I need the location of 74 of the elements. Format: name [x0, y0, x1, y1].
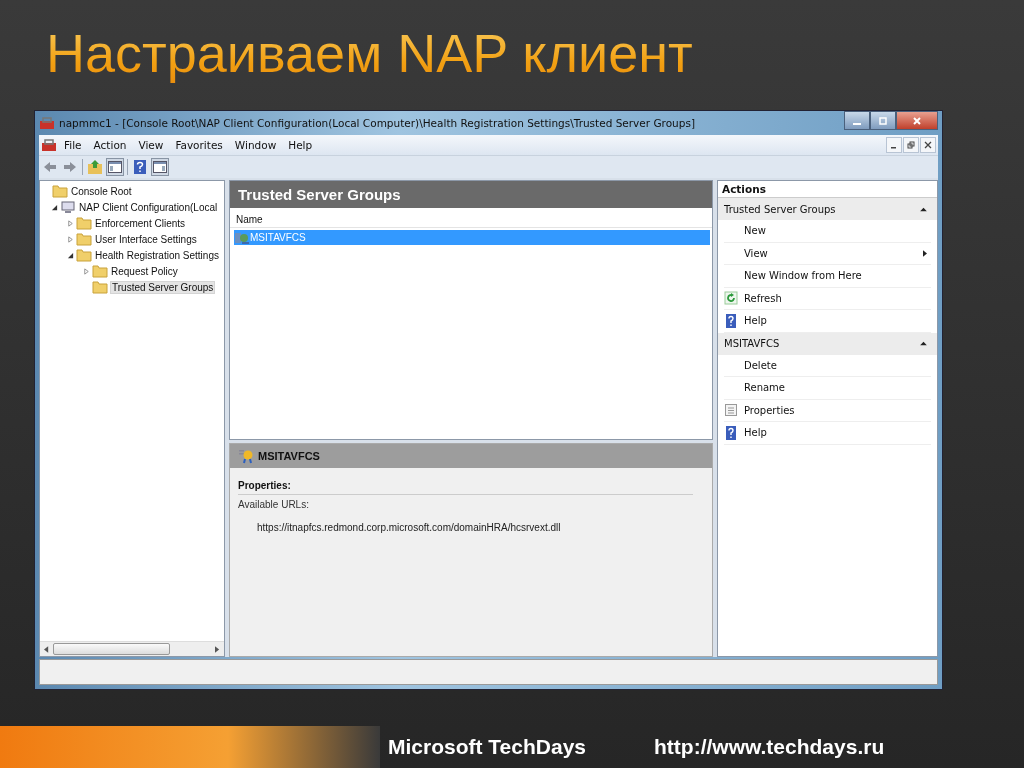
action-group-header[interactable]: Trusted Server Groups [718, 198, 937, 220]
back-arrow-icon[interactable] [42, 159, 58, 175]
footer-url[interactable]: http://www.techdays.ru [654, 735, 885, 759]
maximize-icon [878, 115, 888, 126]
urls-label: Available URLs: [238, 499, 310, 510]
expand-arrow-icon[interactable] [66, 219, 74, 227]
menu-item[interactable]: Window [229, 139, 282, 151]
folder-icon [92, 263, 108, 279]
tree-item[interactable]: User Interface Settings [94, 233, 198, 245]
minimize-icon [853, 122, 861, 125]
close-button[interactable] [920, 137, 936, 153]
task-link[interactable]: Refresh [744, 292, 782, 304]
tree-item[interactable]: Console Root [70, 185, 133, 197]
minimize-button[interactable] [844, 111, 870, 130]
collapse-arrow-icon[interactable] [920, 206, 927, 212]
task-link[interactable]: Rename [744, 382, 785, 394]
maximize-button[interactable] [870, 111, 896, 130]
properties-label: Properties: [238, 480, 693, 495]
task-link[interactable]: New [744, 225, 766, 237]
expand-arrow-icon[interactable] [66, 235, 74, 243]
task-link[interactable]: Delete [744, 359, 777, 371]
close-icon [924, 141, 932, 149]
tree-item[interactable]: Health Registration Settings [94, 249, 220, 261]
detail-title: MSITAVFCS [258, 450, 320, 462]
toolbox-icon [39, 115, 55, 131]
certificate-icon [238, 448, 254, 464]
menu-item[interactable]: File [59, 139, 87, 151]
horizontal-scrollbar[interactable] [40, 641, 224, 656]
window-title: napmmc1 - [Console Root\NAP Client Configuration(Local Computer)\Health Registration Settings\Trusted Server Groups] [59, 117, 695, 129]
computer-icon [60, 199, 76, 215]
help-icon[interactable] [132, 159, 148, 175]
menu-item[interactable]: Favorites [170, 139, 228, 151]
tree-item[interactable]: Request Policy [110, 265, 179, 277]
restore-button[interactable] [903, 137, 919, 153]
refresh-icon [724, 291, 738, 306]
tree-item[interactable]: Enforcement Clients [94, 217, 187, 229]
collapse-arrow-icon[interactable] [920, 341, 927, 346]
restore-icon [907, 141, 915, 149]
scroll-left-icon[interactable] [44, 645, 49, 653]
menu-item[interactable]: View [133, 139, 169, 151]
help-icon [724, 313, 738, 328]
close-button[interactable] [896, 111, 938, 130]
folder-icon [92, 279, 108, 295]
pane-header: Trusted Server Groups [230, 181, 712, 208]
task-link[interactable]: New Window from Here [744, 270, 862, 282]
url-text: https://itnapfcs.redmond.corp.microsoft.com/domainHRA/hcsrvext.dll [257, 522, 562, 533]
help-icon [724, 425, 738, 440]
task-link[interactable]: Help [744, 427, 767, 439]
tree-item[interactable]: NAP Client Configuration(Local [78, 201, 219, 213]
menu-item[interactable]: Help [283, 139, 318, 151]
console-tree-icon[interactable] [107, 159, 123, 175]
forward-arrow-icon[interactable] [62, 159, 78, 175]
properties-icon [724, 403, 738, 418]
task-link[interactable]: Help [744, 315, 767, 327]
folder-icon [76, 247, 92, 263]
footer-brand: Microsoft TechDays [388, 735, 586, 759]
menu-item[interactable]: Action [88, 139, 132, 151]
collapse-arrow-icon[interactable] [66, 251, 74, 259]
folder-icon [52, 183, 68, 199]
toolbox-icon [41, 137, 57, 153]
folder-icon [76, 215, 92, 231]
folder-icon [76, 231, 92, 247]
scroll-right-icon[interactable] [215, 645, 220, 653]
column-header[interactable]: Name [230, 212, 712, 228]
action-group-header[interactable]: MSITAVFCS [718, 332, 937, 355]
submenu-arrow-icon [923, 249, 927, 257]
expand-arrow-icon[interactable] [82, 267, 90, 275]
task-link[interactable]: View [744, 247, 768, 259]
tree-item[interactable]: Trusted Server Groups [110, 280, 216, 294]
close-icon [912, 115, 922, 126]
scrollbar-thumb[interactable] [53, 643, 170, 655]
collapse-arrow-icon[interactable] [50, 203, 58, 211]
action-pane-icon[interactable] [152, 159, 168, 175]
task-link[interactable]: Properties [744, 404, 795, 416]
